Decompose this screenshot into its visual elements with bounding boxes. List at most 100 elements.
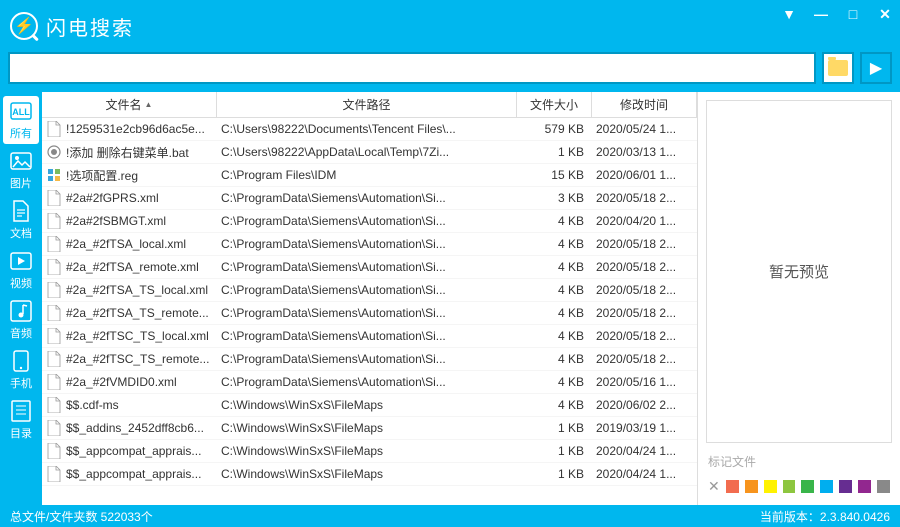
app-title: 闪电搜索: [46, 12, 134, 41]
tag-color[interactable]: [877, 480, 890, 493]
tag-color[interactable]: [839, 480, 852, 493]
file-icon: [46, 374, 62, 390]
table-body[interactable]: !1259531e2cb96d6ac5e...C:\Users\98222\Do…: [42, 118, 697, 505]
table-row[interactable]: !1259531e2cb96d6ac5e...C:\Users\98222\Do…: [42, 118, 697, 141]
cell-path: C:\ProgramData\Siemens\Automation\Si...: [217, 375, 517, 389]
cell-size: 1 KB: [517, 421, 592, 435]
status-count: 总文件/文件夹数 522033个: [10, 508, 153, 525]
titlebar: ⚡ 闪电搜索 ▼ — □ ✕: [0, 0, 900, 52]
search-input[interactable]: [8, 52, 816, 84]
close-button[interactable]: ✕: [876, 6, 894, 23]
sidebar: ALL 所有 图片 文档 视频 音频 手机 目录: [0, 92, 42, 505]
cell-date: 2020/04/24 1...: [592, 444, 697, 458]
file-icon: [46, 305, 62, 321]
tag-color[interactable]: [820, 480, 833, 493]
tag-color[interactable]: [764, 480, 777, 493]
tag-clear-icon[interactable]: ✕: [708, 478, 720, 495]
cell-size: 4 KB: [517, 398, 592, 412]
table-row[interactable]: !选项配置.regC:\Program Files\IDM15 KB2020/0…: [42, 164, 697, 187]
tag-color[interactable]: [726, 480, 739, 493]
col-size[interactable]: 文件大小: [517, 92, 592, 117]
cell-name: #2a#2fSBMGT.xml: [42, 213, 217, 229]
tag-color[interactable]: [745, 480, 758, 493]
table-row[interactable]: $$_addins_2452dff8cb6...C:\Windows\WinSx…: [42, 417, 697, 440]
cell-path: C:\ProgramData\Siemens\Automation\Si...: [217, 352, 517, 366]
cell-size: 3 KB: [517, 191, 592, 205]
cell-path: C:\Windows\WinSxS\FileMaps: [217, 421, 517, 435]
cell-path: C:\Users\98222\Documents\Tencent Files\.…: [217, 122, 517, 136]
all-icon: ALL: [9, 99, 33, 123]
sidebar-item-document[interactable]: 文档: [3, 196, 39, 244]
file-list: 文件名▲ 文件路径 文件大小 修改时间 !1259531e2cb96d6ac5e…: [42, 92, 698, 505]
image-icon: [9, 149, 33, 173]
table-row[interactable]: #2a_#2fTSC_TS_remote...C:\ProgramData\Si…: [42, 348, 697, 371]
cell-size: 4 KB: [517, 260, 592, 274]
cell-date: 2020/06/01 1...: [592, 168, 697, 182]
sidebar-item-audio[interactable]: 音频: [3, 296, 39, 344]
cell-name: #2a_#2fTSA_local.xml: [42, 236, 217, 252]
table-row[interactable]: #2a_#2fTSA_TS_remote...C:\ProgramData\Si…: [42, 302, 697, 325]
table-row[interactable]: $$.cdf-msC:\Windows\WinSxS\FileMaps4 KB2…: [42, 394, 697, 417]
maximize-button[interactable]: □: [844, 6, 862, 23]
col-date[interactable]: 修改时间: [592, 92, 697, 117]
cell-date: 2020/04/20 1...: [592, 214, 697, 228]
table-row[interactable]: #2a#2fSBMGT.xmlC:\ProgramData\Siemens\Au…: [42, 210, 697, 233]
table-row[interactable]: #2a#2fGPRS.xmlC:\ProgramData\Siemens\Aut…: [42, 187, 697, 210]
file-icon: [46, 190, 62, 206]
logo-icon: ⚡: [10, 12, 38, 40]
cell-size: 4 KB: [517, 352, 592, 366]
video-icon: [9, 249, 33, 273]
table-row[interactable]: $$_appcompat_apprais...C:\Windows\WinSxS…: [42, 440, 697, 463]
table-row[interactable]: $$_appcompat_apprais...C:\Windows\WinSxS…: [42, 463, 697, 486]
sidebar-item-video[interactable]: 视频: [3, 246, 39, 294]
table-row[interactable]: #2a_#2fVMDID0.xmlC:\ProgramData\Siemens\…: [42, 371, 697, 394]
file-icon: [46, 213, 62, 229]
cell-size: 579 KB: [517, 122, 592, 136]
cell-size: 1 KB: [517, 145, 592, 159]
tag-colors: ✕: [708, 478, 890, 495]
content: 文件名▲ 文件路径 文件大小 修改时间 !1259531e2cb96d6ac5e…: [42, 92, 900, 505]
file-icon: [46, 443, 62, 459]
sidebar-item-image[interactable]: 图片: [3, 146, 39, 194]
cell-size: 4 KB: [517, 237, 592, 251]
cell-date: 2020/05/18 2...: [592, 260, 697, 274]
col-path[interactable]: 文件路径: [217, 92, 517, 117]
minimize-button[interactable]: —: [812, 6, 830, 23]
cell-name: #2a_#2fVMDID0.xml: [42, 374, 217, 390]
cell-path: C:\Windows\WinSxS\FileMaps: [217, 444, 517, 458]
main: ALL 所有 图片 文档 视频 音频 手机 目录: [0, 92, 900, 505]
browse-folder-button[interactable]: [822, 52, 854, 84]
tag-color[interactable]: [783, 480, 796, 493]
cell-size: 4 KB: [517, 375, 592, 389]
cell-name: #2a_#2fTSA_TS_remote...: [42, 305, 217, 321]
search-go-button[interactable]: ▶: [860, 52, 892, 84]
table-row[interactable]: #2a_#2fTSC_TS_local.xmlC:\ProgramData\Si…: [42, 325, 697, 348]
col-name[interactable]: 文件名▲: [42, 92, 217, 117]
cell-size: 1 KB: [517, 467, 592, 481]
table-row[interactable]: #2a_#2fTSA_remote.xmlC:\ProgramData\Siem…: [42, 256, 697, 279]
cell-path: C:\ProgramData\Siemens\Automation\Si...: [217, 237, 517, 251]
cell-name: #2a_#2fTSA_TS_local.xml: [42, 282, 217, 298]
cell-path: C:\ProgramData\Siemens\Automation\Si...: [217, 191, 517, 205]
preview-empty: 暂无预览: [706, 100, 892, 443]
cell-path: C:\Windows\WinSxS\FileMaps: [217, 398, 517, 412]
menu-dropdown-icon[interactable]: ▼: [780, 6, 798, 23]
cell-path: C:\Program Files\IDM: [217, 168, 517, 182]
cell-name: $$.cdf-ms: [42, 397, 217, 413]
tag-color[interactable]: [858, 480, 871, 493]
table-row[interactable]: #2a_#2fTSA_TS_local.xmlC:\ProgramData\Si…: [42, 279, 697, 302]
document-icon: [9, 199, 33, 223]
sidebar-item-all[interactable]: ALL 所有: [3, 96, 39, 144]
tag-color[interactable]: [801, 480, 814, 493]
search-bar: ▶: [0, 52, 900, 92]
sidebar-item-mobile[interactable]: 手机: [3, 346, 39, 394]
file-icon: [46, 351, 62, 367]
sidebar-item-directory[interactable]: 目录: [3, 396, 39, 444]
table-row[interactable]: #2a_#2fTSA_local.xmlC:\ProgramData\Sieme…: [42, 233, 697, 256]
file-icon: [46, 121, 62, 137]
table-row[interactable]: !添加 删除右键菜单.batC:\Users\98222\AppData\Loc…: [42, 141, 697, 164]
table-header: 文件名▲ 文件路径 文件大小 修改时间: [42, 92, 697, 118]
cell-date: 2020/05/18 2...: [592, 237, 697, 251]
cell-date: 2020/03/13 1...: [592, 145, 697, 159]
cell-date: 2020/05/18 2...: [592, 306, 697, 320]
